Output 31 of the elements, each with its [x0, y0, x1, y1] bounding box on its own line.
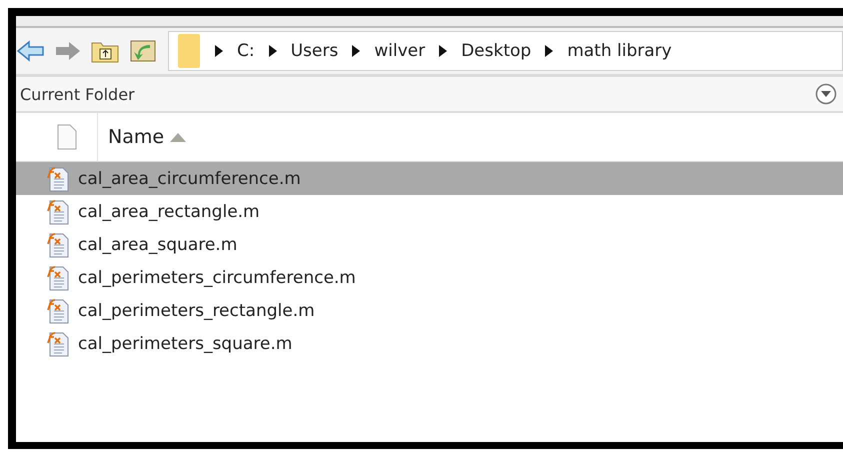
menu-dropdown-icon[interactable]	[815, 83, 837, 105]
chevron-icon	[545, 45, 554, 57]
breadcrumb-item[interactable]: Desktop	[461, 41, 532, 61]
forward-button[interactable]	[54, 39, 82, 63]
sort-ascending-icon	[170, 132, 186, 142]
file-name: cal_perimeters_rectangle.m	[78, 300, 315, 320]
breadcrumb-item[interactable]: wilver	[374, 41, 426, 61]
chevron-icon	[215, 45, 223, 57]
chevron-icon	[268, 45, 277, 57]
file-name: cal_area_rectangle.m	[78, 202, 260, 222]
breadcrumb-item[interactable]: math library	[567, 41, 672, 61]
panel-title: Current Folder	[19, 84, 135, 104]
file-row[interactable]: cal_perimeters_square.m	[16, 327, 843, 360]
breadcrumb-item[interactable]: C:	[237, 41, 255, 61]
file-type-icon	[56, 124, 76, 150]
file-name: cal_perimeters_square.m	[78, 334, 292, 354]
file-name: cal_area_circumference.m	[78, 168, 301, 188]
folder-icon	[177, 33, 201, 69]
address-bar[interactable]: C: Users wilver Desktop math library	[168, 31, 843, 71]
file-name: cal_perimeters_circumference.m	[78, 268, 356, 288]
column-header[interactable]: Name	[98, 126, 186, 148]
file-row[interactable]: cal_perimeters_rectangle.m	[16, 294, 843, 327]
file-name: cal_area_square.m	[78, 234, 238, 254]
file-row[interactable]: cal_area_circumference.m	[16, 162, 843, 195]
back-button[interactable]	[16, 39, 46, 63]
file-row[interactable]: cal_perimeters_circumference.m	[16, 261, 843, 294]
breadcrumb-item[interactable]: Users	[290, 41, 338, 61]
chevron-icon	[439, 45, 448, 57]
chevron-icon	[352, 45, 360, 57]
file-row[interactable]: cal_area_rectangle.m	[16, 195, 843, 228]
file-row[interactable]: cal_area_square.m	[16, 228, 843, 261]
